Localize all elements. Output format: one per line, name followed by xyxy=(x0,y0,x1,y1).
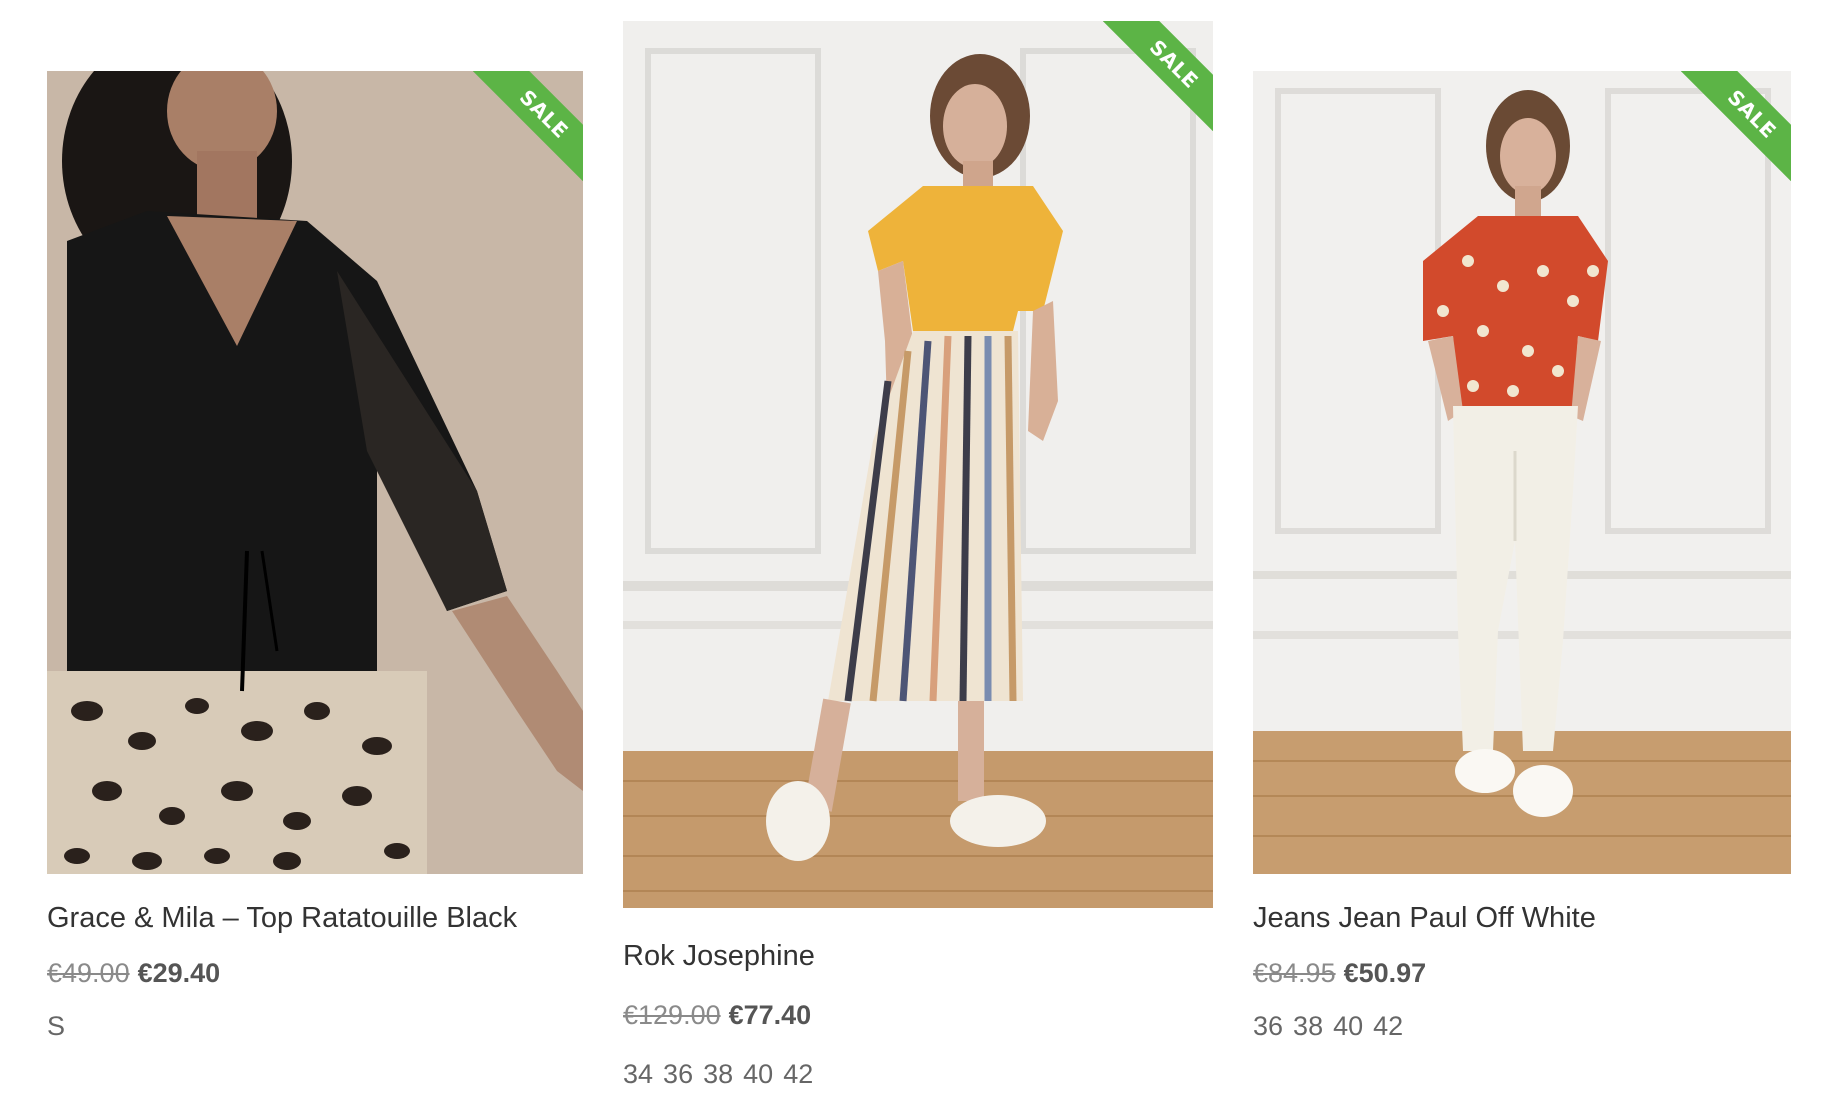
size-option[interactable]: 40 xyxy=(743,1059,773,1089)
product-sizes-2: 34 36 38 40 42 xyxy=(623,1059,823,1090)
size-option[interactable]: 40 xyxy=(1333,1011,1363,1041)
old-price: €84.95 xyxy=(1253,958,1336,988)
product-photo-top-black xyxy=(47,71,583,874)
old-price: €129.00 xyxy=(623,1000,721,1030)
product-sizes-3: 36 38 40 42 xyxy=(1253,1011,1413,1042)
product-image-1[interactable]: SALE xyxy=(47,71,583,874)
product-photo-skirt xyxy=(623,21,1213,908)
size-option[interactable]: 38 xyxy=(703,1059,733,1089)
size-option[interactable]: 42 xyxy=(783,1059,813,1089)
size-option[interactable]: 36 xyxy=(663,1059,693,1089)
sale-badge-1: SALE xyxy=(473,71,583,181)
product-title-3[interactable]: Jeans Jean Paul Off White xyxy=(1253,902,1596,935)
size-option[interactable]: 38 xyxy=(1293,1011,1323,1041)
sale-price: €50.97 xyxy=(1343,958,1427,988)
product-title-1[interactable]: Grace & Mila – Top Ratatouille Black xyxy=(47,902,517,935)
sale-badge-3: SALE xyxy=(1681,71,1791,181)
size-option[interactable]: 34 xyxy=(623,1059,653,1089)
size-option[interactable]: 42 xyxy=(1373,1011,1403,1041)
product-price-3: €84.95 €50.97 xyxy=(1253,958,1426,989)
sale-badge-2: SALE xyxy=(1103,21,1213,131)
sale-price: €29.40 xyxy=(137,958,221,988)
old-price: €49.00 xyxy=(47,958,130,988)
product-photo-jeans xyxy=(1253,71,1791,874)
product-sizes-1: S xyxy=(47,1011,75,1042)
product-title-2[interactable]: Rok Josephine xyxy=(623,940,815,973)
sale-price: €77.40 xyxy=(728,1000,812,1030)
product-price-2: €129.00 €77.40 xyxy=(623,1000,811,1031)
size-option[interactable]: 36 xyxy=(1253,1011,1283,1041)
product-price-1: €49.00 €29.40 xyxy=(47,958,220,989)
size-option[interactable]: S xyxy=(47,1011,65,1041)
product-image-2[interactable]: SALE xyxy=(623,21,1213,908)
product-image-3[interactable]: SALE xyxy=(1253,71,1791,874)
